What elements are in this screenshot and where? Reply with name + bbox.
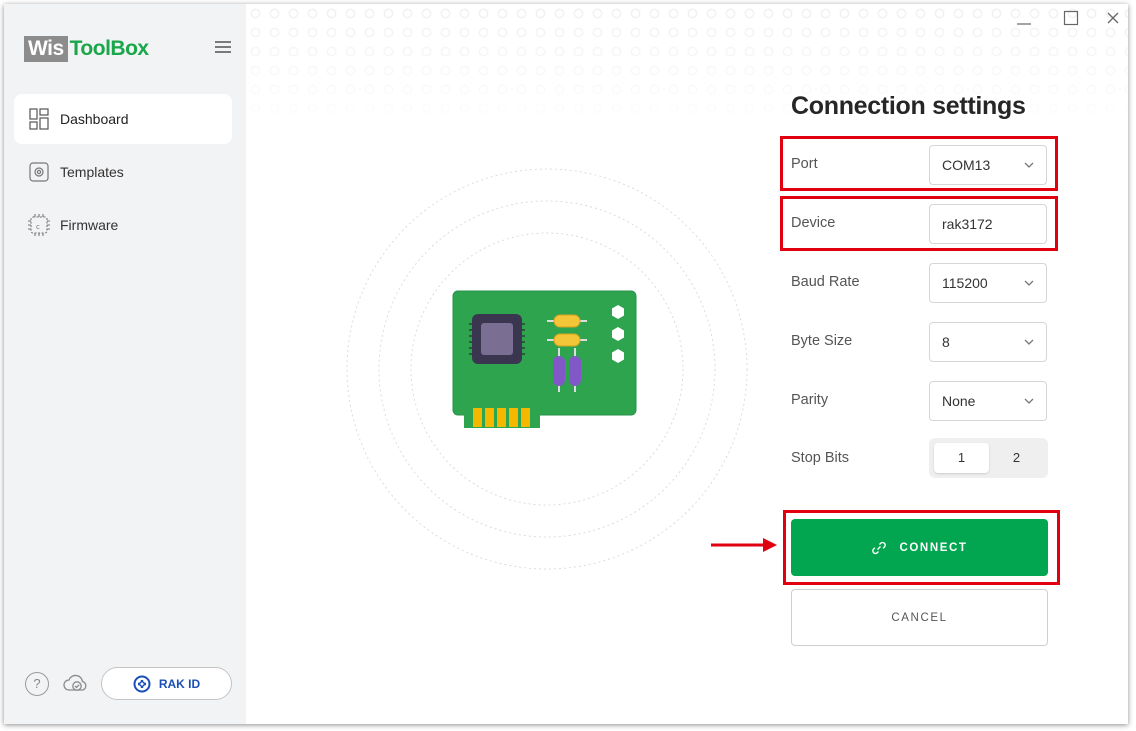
rak-id-button[interactable]: RAK ID: [101, 667, 232, 700]
dashboard-icon: [28, 108, 50, 130]
templates-icon: [28, 161, 50, 183]
chevron-down-icon: [1024, 162, 1034, 168]
byte-size-select[interactable]: 8: [929, 322, 1047, 362]
help-icon[interactable]: ?: [25, 672, 49, 696]
svg-text:c: c: [36, 223, 40, 231]
cloud-check-icon[interactable]: [62, 671, 90, 695]
sidebar-item-firmware[interactable]: c Firmware: [14, 200, 232, 250]
sidebar-item-dashboard[interactable]: Dashboard: [14, 94, 232, 144]
sidebar-item-label: Firmware: [60, 217, 119, 233]
sidebar-item-templates[interactable]: Templates: [14, 147, 232, 197]
window-controls: [1008, 4, 1128, 32]
parity-value: None: [942, 393, 976, 409]
maximize-icon[interactable]: [1063, 10, 1079, 26]
sidebar-item-label: Templates: [60, 164, 124, 180]
parity-select[interactable]: None: [929, 381, 1047, 421]
chevron-down-icon: [1024, 398, 1034, 404]
stop-bits-toggle: 1 2: [929, 438, 1048, 478]
chevron-down-icon: [1024, 280, 1034, 286]
stop-bits-label: Stop Bits: [791, 450, 850, 466]
parity-label: Parity: [791, 392, 829, 408]
connect-button[interactable]: CONNECT: [791, 519, 1048, 576]
main-panel: Connection settings Port COM13 Device ra…: [246, 4, 1128, 724]
logo-wis: Wis: [24, 36, 68, 62]
port-value: COM13: [942, 157, 991, 173]
page-title: Connection settings: [791, 92, 1026, 120]
cancel-button[interactable]: CANCEL: [791, 589, 1048, 646]
close-icon[interactable]: [1105, 10, 1121, 26]
cancel-label: CANCEL: [891, 611, 948, 624]
connect-label: CONNECT: [899, 541, 968, 554]
app-logo: Wis ToolBox: [24, 36, 149, 62]
stop-bits-option-2[interactable]: 2: [989, 443, 1044, 473]
port-select[interactable]: COM13: [929, 145, 1047, 185]
app-window: Wis ToolBox Dashboard Templates c Firmwa…: [4, 4, 1128, 724]
hamburger-menu-icon[interactable]: [215, 41, 231, 53]
minimize-icon[interactable]: [1016, 10, 1032, 26]
baud-rate-label: Baud Rate: [791, 274, 860, 290]
rak-id-label: RAK ID: [158, 676, 201, 691]
device-illustration: [346, 168, 748, 570]
chip-icon: c: [28, 214, 50, 236]
device-label: Device: [791, 215, 836, 231]
red-arrow-annotation: [711, 538, 777, 552]
port-label: Port: [791, 156, 818, 172]
link-icon: [872, 541, 887, 554]
chevron-down-icon: [1024, 339, 1034, 345]
logo-toolbox: ToolBox: [69, 37, 149, 60]
baud-rate-value: 115200: [942, 275, 988, 291]
byte-size-value: 8: [942, 334, 950, 350]
rak-logo-icon: [133, 675, 151, 692]
sidebar-item-label: Dashboard: [60, 111, 129, 127]
byte-size-label: Byte Size: [791, 333, 853, 349]
baud-rate-select[interactable]: 115200: [929, 263, 1047, 303]
sidebar: Wis ToolBox Dashboard Templates c Firmwa…: [4, 4, 246, 724]
device-value: rak3172: [942, 216, 993, 232]
device-input[interactable]: rak3172: [929, 204, 1047, 244]
stop-bits-option-1[interactable]: 1: [934, 443, 989, 473]
